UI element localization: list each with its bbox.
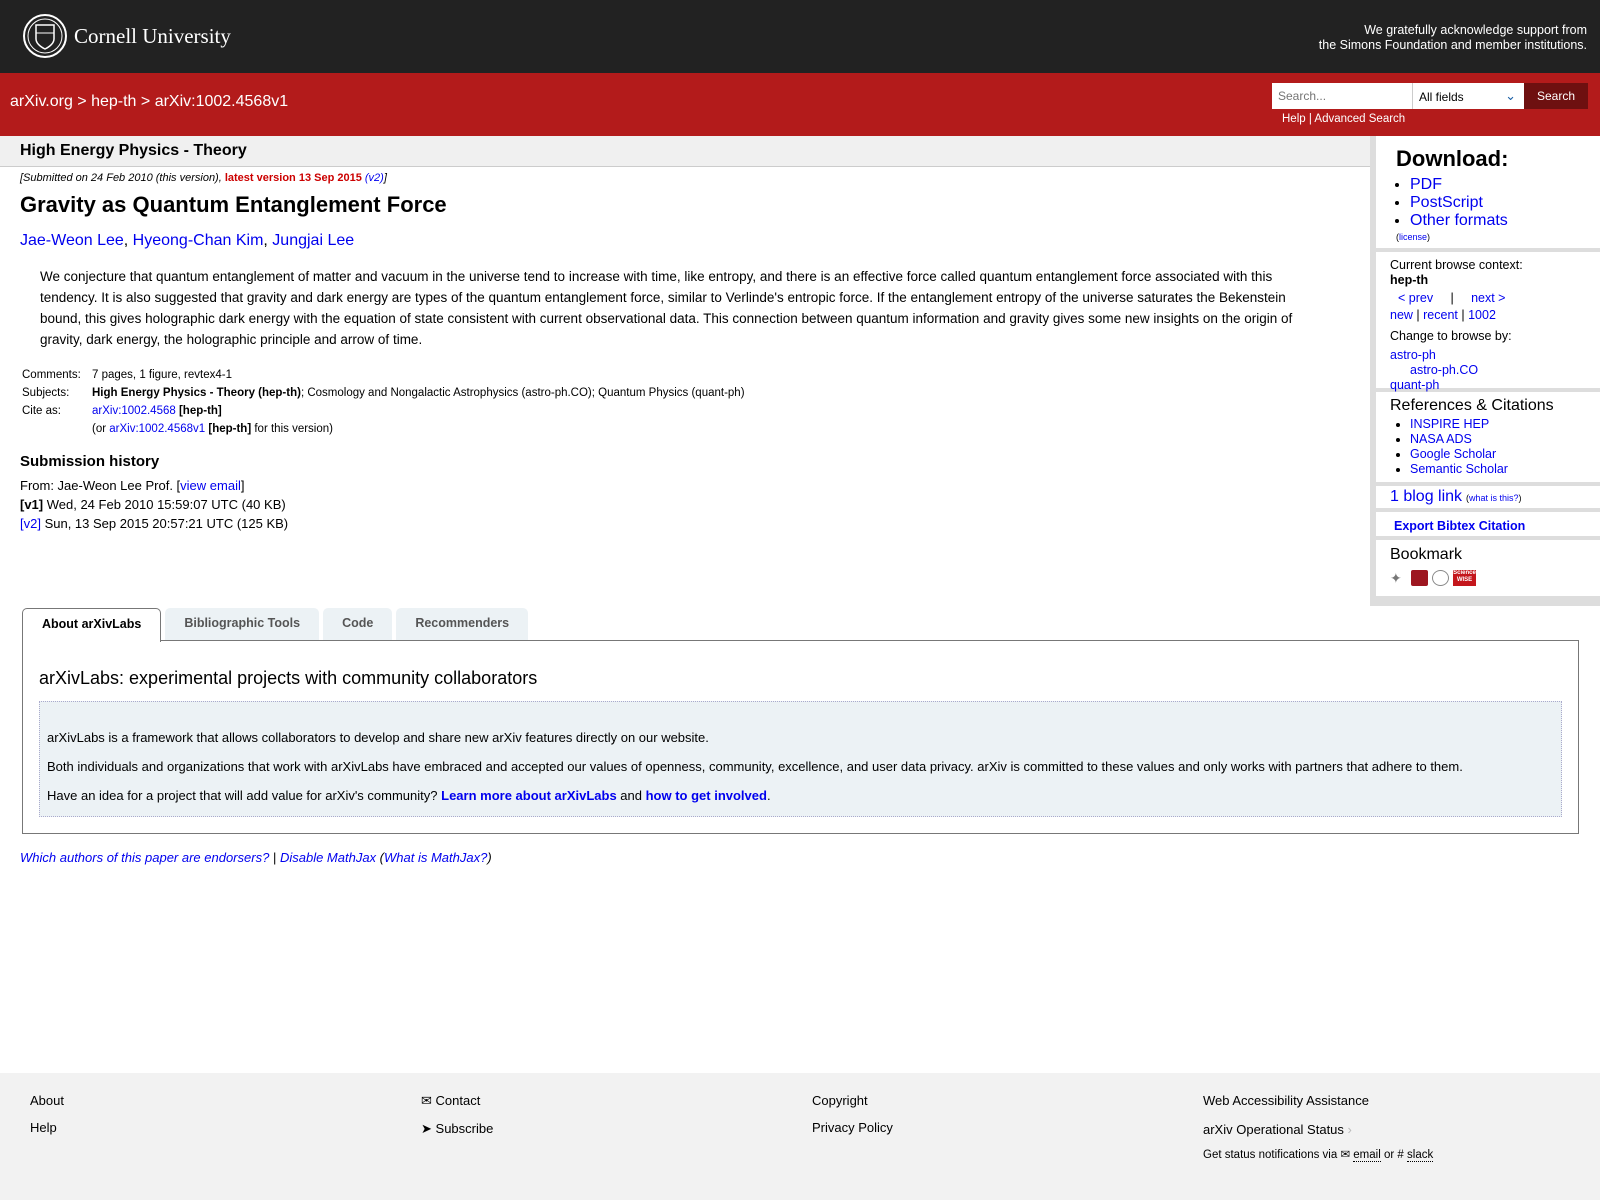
search-field-select[interactable]: All fields ⌄ bbox=[1412, 83, 1524, 109]
cite-version: (or arXiv:1002.4568v1 [hep-th] for this … bbox=[92, 423, 333, 435]
chevron-down-icon: ⌄ bbox=[1505, 88, 1516, 103]
labs-tabs: About arXivLabs Bibliographic Tools Code… bbox=[22, 608, 532, 642]
endorsers-link[interactable]: Which authors of this paper are endorser… bbox=[20, 850, 269, 865]
sidebar: Download: PDF PostScript Other formats (… bbox=[1370, 136, 1600, 606]
download-other[interactable]: Other formats bbox=[1410, 212, 1508, 229]
tab-about-arxivlabs[interactable]: About arXivLabs bbox=[22, 608, 162, 642]
author-link[interactable]: Jae-Weon Lee bbox=[20, 232, 124, 249]
labs-panel: arXivLabs: experimental projects with co… bbox=[22, 640, 1579, 834]
inspire-link[interactable]: INSPIRE HEP bbox=[1410, 417, 1489, 431]
browse-quant-ph[interactable]: quant-ph bbox=[1390, 378, 1439, 392]
search-input[interactable] bbox=[1272, 83, 1412, 109]
crumb-arxiv[interactable]: arXiv.org bbox=[10, 93, 73, 110]
top-banner: Cornell University We gratefully acknowl… bbox=[0, 0, 1600, 73]
cite-version-link[interactable]: arXiv:1002.4568v1 bbox=[109, 423, 205, 435]
paper-title: Gravity as Quantum Entanglement Force bbox=[20, 192, 447, 217]
reddit-icon[interactable] bbox=[1432, 570, 1449, 586]
view-email-link[interactable]: view email bbox=[180, 478, 241, 493]
footer: About Help ✉ Contact ➤ Subscribe Copyright… bbox=[0, 1073, 1600, 1200]
status-slack-link[interactable]: slack bbox=[1407, 1149, 1434, 1162]
chevron-right-icon: › bbox=[1347, 1122, 1352, 1137]
footer-status[interactable]: arXiv Operational Status bbox=[1203, 1122, 1344, 1137]
download-postscript[interactable]: PostScript bbox=[1410, 194, 1483, 211]
what-is-mathjax-link[interactable]: What is MathJax? bbox=[384, 850, 487, 865]
crumb-current: arXiv:1002.4568v1 bbox=[154, 93, 289, 110]
google-scholar-link[interactable]: Google Scholar bbox=[1410, 447, 1496, 461]
next-link[interactable]: next > bbox=[1471, 291, 1505, 305]
help-link[interactable]: Help bbox=[1282, 113, 1306, 125]
license-link[interactable]: license bbox=[1399, 232, 1427, 242]
author-link[interactable]: Jungjai Lee bbox=[272, 232, 354, 249]
category-header: High Energy Physics - Theory bbox=[0, 136, 1370, 167]
footer-subscribe[interactable]: Subscribe bbox=[436, 1121, 494, 1136]
submission-dateline: [Submitted on 24 Feb 2010 (this version)… bbox=[20, 172, 387, 184]
get-involved-link[interactable]: how to get involved bbox=[646, 788, 767, 803]
cornell-logo[interactable]: Cornell University bbox=[22, 13, 231, 59]
submission-history-title: Submission history bbox=[20, 453, 160, 470]
slack-icon: # bbox=[1397, 1149, 1404, 1161]
footer-contact[interactable]: Contact bbox=[436, 1093, 481, 1108]
crumb-hep-th[interactable]: hep-th bbox=[91, 93, 136, 110]
envelope-icon: ✉ bbox=[421, 1093, 432, 1108]
sciencewise-icon[interactable]: Science WISE bbox=[1453, 570, 1476, 586]
status-email-link[interactable]: email bbox=[1353, 1149, 1381, 1162]
mendeley-icon[interactable] bbox=[1411, 570, 1428, 586]
download-box: Download: PDF PostScript Other formats (… bbox=[1376, 136, 1600, 248]
tab-code[interactable]: Code bbox=[323, 608, 393, 641]
recent-link[interactable]: recent bbox=[1423, 308, 1458, 322]
footer-privacy[interactable]: Privacy Policy bbox=[812, 1120, 893, 1135]
blog-link[interactable]: 1 blog link bbox=[1390, 488, 1462, 505]
new-link[interactable]: new bbox=[1390, 308, 1413, 322]
semantic-scholar-link[interactable]: Semantic Scholar bbox=[1410, 462, 1508, 476]
learn-more-link[interactable]: Learn more about arXivLabs bbox=[441, 788, 617, 803]
tab-bibliographic-tools[interactable]: Bibliographic Tools bbox=[165, 608, 320, 641]
comments: 7 pages, 1 figure, revtex4-1 bbox=[92, 369, 232, 381]
download-pdf[interactable]: PDF bbox=[1410, 176, 1442, 193]
tab-recommenders[interactable]: Recommenders bbox=[396, 608, 529, 641]
v2-link[interactable]: (v2) bbox=[365, 172, 384, 184]
disable-mathjax-link[interactable]: Disable MathJax bbox=[280, 850, 376, 865]
blog-box: 1 blog link (what is this?) bbox=[1376, 486, 1600, 508]
cite-link[interactable]: arXiv:1002.4568 bbox=[92, 405, 176, 417]
browse-context: Current browse context: hep-th < prev | … bbox=[1376, 252, 1600, 392]
references-box: References & Citations INSPIRE HEP NASA … bbox=[1376, 392, 1600, 482]
advanced-search-link[interactable]: Advanced Search bbox=[1314, 113, 1405, 125]
bibsonomy-icon[interactable]: ✦ bbox=[1390, 570, 1407, 586]
footer-about[interactable]: About bbox=[30, 1093, 64, 1108]
search-form: All fields⌄ Search bbox=[1272, 83, 1588, 109]
subjects: High Energy Physics - Theory (hep-th); C… bbox=[92, 387, 745, 399]
labs-description: arXivLabs is a framework that allows col… bbox=[39, 701, 1562, 817]
metadata-table: Comments: 7 pages, 1 figure, revtex4-1 Su… bbox=[20, 367, 747, 439]
browse-astro-ph-co[interactable]: astro-ph.CO bbox=[1410, 363, 1478, 377]
author-list: Jae-Weon Lee, Hyeong-Chan Kim, Jungjai L… bbox=[20, 232, 355, 249]
breadcrumb: arXiv.org > hep-th > arXiv:1002.4568v1 bbox=[10, 93, 289, 110]
author-link[interactable]: Hyeong-Chan Kim bbox=[133, 232, 264, 249]
export-bibtex-link[interactable]: Export Bibtex Citation bbox=[1394, 519, 1525, 533]
bookmark-box: Bookmark ✦ Science WISE bbox=[1376, 540, 1600, 596]
browse-astro-ph[interactable]: astro-ph bbox=[1390, 348, 1436, 362]
footer-help[interactable]: Help bbox=[30, 1120, 57, 1135]
submission-history: From: Jae-Weon Lee Prof. [view email] [v… bbox=[20, 478, 289, 531]
nasa-ads-link[interactable]: NASA ADS bbox=[1410, 432, 1472, 446]
cite-as: arXiv:1002.4568 [hep-th] bbox=[92, 405, 222, 417]
abstract: We conjecture that quantum entanglement … bbox=[40, 269, 1293, 347]
month-link[interactable]: 1002 bbox=[1468, 308, 1496, 322]
help-links: Help | Advanced Search bbox=[1282, 113, 1406, 125]
paper-plane-icon: ➤ bbox=[421, 1121, 432, 1136]
prev-link[interactable]: < prev bbox=[1398, 291, 1433, 305]
latest-version-link[interactable]: latest version 13 Sep 2015 bbox=[225, 172, 362, 184]
endorse-links: Which authors of this paper are endorser… bbox=[20, 850, 492, 865]
paper-main: [Submitted on 24 Feb 2010 (this version)… bbox=[20, 172, 1360, 533]
support-acknowledgement: We gratefully acknowledge support from th… bbox=[1318, 23, 1587, 52]
envelope-icon: ✉ bbox=[1340, 1149, 1351, 1161]
footer-accessibility[interactable]: Web Accessibility Assistance bbox=[1203, 1093, 1369, 1108]
labs-title: arXivLabs: experimental projects with co… bbox=[39, 668, 538, 688]
footer-copyright[interactable]: Copyright bbox=[812, 1093, 868, 1108]
cornell-seal-icon bbox=[23, 14, 67, 58]
what-is-this-link[interactable]: what is this? bbox=[1469, 493, 1519, 503]
v2-history-link[interactable]: [v2] bbox=[20, 516, 41, 531]
nav-bar: arXiv.org > hep-th > arXiv:1002.4568v1 A… bbox=[0, 73, 1600, 136]
search-button[interactable]: Search bbox=[1524, 83, 1588, 109]
bibtex-box: Export Bibtex Citation bbox=[1376, 512, 1600, 536]
